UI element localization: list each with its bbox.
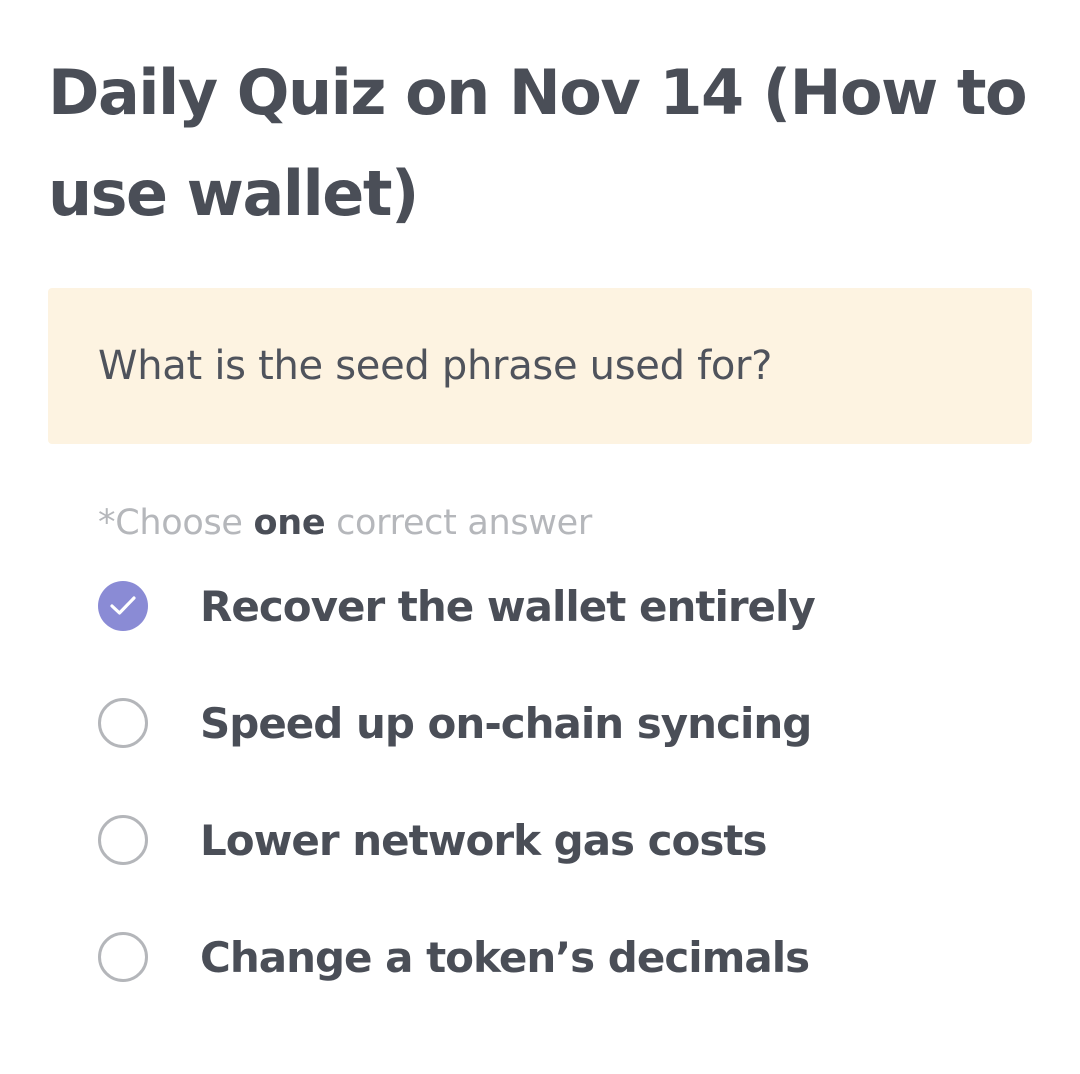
radio-button[interactable] [98,815,148,865]
checkmark-icon [110,596,136,615]
answer-option-label[interactable]: Change a token’s decimals [200,933,810,982]
answer-option[interactable]: Change a token’s decimals [98,923,815,991]
answer-option[interactable]: Speed up on-chain syncing [98,689,815,757]
answer-instruction: *Choose one correct answer [98,500,592,546]
question-text: What is the seed phrase used for? [98,343,773,389]
answer-option-label[interactable]: Speed up on-chain syncing [200,699,812,748]
quiz-title: Daily Quiz on Nov 14 (How to use wallet) [48,56,1028,230]
answer-option-label[interactable]: Lower network gas costs [200,816,767,865]
quiz-page: Daily Quiz on Nov 14 (How to use wallet)… [0,0,1080,1074]
answer-option[interactable]: Lower network gas costs [98,806,815,874]
answer-option[interactable]: Recover the wallet entirely [98,572,816,640]
instruction-prefix: *Choose [98,503,254,543]
answer-option-label[interactable]: Recover the wallet entirely [200,582,816,631]
radio-button[interactable] [98,698,148,748]
question-box: What is the seed phrase used for? [48,288,1032,444]
instruction-suffix: correct answer [325,503,592,543]
answer-options: Recover the wallet entirely Speed up on-… [98,572,816,1040]
radio-button[interactable] [98,932,148,982]
instruction-emphasis: one [253,503,326,543]
radio-button-selected[interactable] [98,581,148,631]
